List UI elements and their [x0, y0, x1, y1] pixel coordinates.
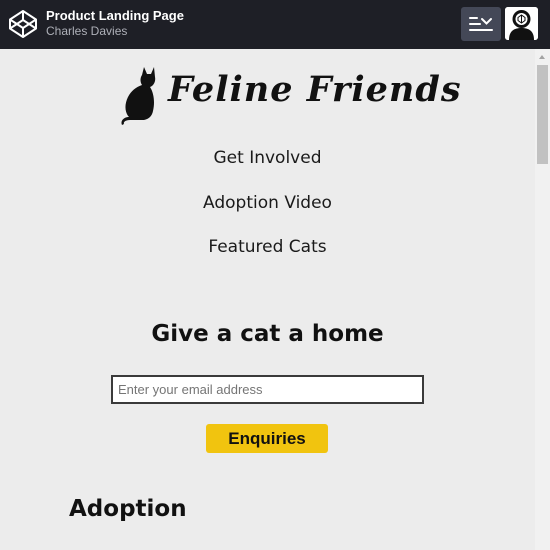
- preview-frame: Feline Friends Get Involved Adoption Vid…: [0, 49, 535, 550]
- nav-link-featured-cats[interactable]: Featured Cats: [0, 234, 535, 279]
- nav-link-adoption-video[interactable]: Adoption Video: [0, 190, 535, 235]
- codepen-header: Product Landing Page Charles Davies: [0, 0, 550, 49]
- vertical-scrollbar[interactable]: [535, 49, 550, 550]
- user-avatar[interactable]: [505, 7, 538, 40]
- codepen-logo-icon[interactable]: [8, 9, 38, 39]
- nav-link-get-involved[interactable]: Get Involved: [0, 145, 535, 190]
- scrollbar-thumb[interactable]: [537, 65, 548, 164]
- pen-info: Product Landing Page Charles Davies: [46, 8, 184, 39]
- layout-toggle-icon: [469, 17, 493, 31]
- pen-title[interactable]: Product Landing Page: [46, 8, 184, 23]
- enquiries-button[interactable]: Enquiries: [206, 424, 328, 453]
- brand-name: Feline Friends: [168, 69, 462, 110]
- email-input[interactable]: [111, 375, 424, 404]
- section-title-adoption: Adoption: [69, 496, 187, 522]
- pen-author[interactable]: Charles Davies: [46, 24, 184, 39]
- main-nav: Get Involved Adoption Video Featured Cat…: [0, 145, 535, 279]
- hero-title: Give a cat a home: [151, 321, 384, 347]
- change-view-button[interactable]: [461, 7, 501, 41]
- user-avatar-icon: [505, 7, 538, 40]
- scroll-up-arrow-icon[interactable]: [539, 55, 545, 59]
- brand[interactable]: Feline Friends: [120, 65, 461, 125]
- cat-silhouette-icon: [121, 67, 156, 125]
